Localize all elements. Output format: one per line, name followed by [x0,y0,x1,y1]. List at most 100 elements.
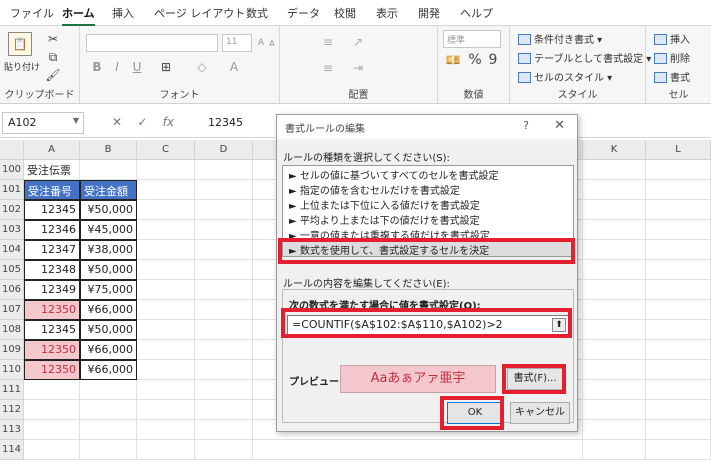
italic-icon[interactable]: I [110,60,124,74]
cell-empty[interactable] [583,180,646,200]
tab-data[interactable]: データ [287,5,320,21]
cancel-button[interactable]: キャンセル [510,402,570,424]
tab-home[interactable]: ホーム [62,5,95,26]
name-box[interactable]: A102 ▼ [2,112,84,134]
row-header[interactable]: 107 [0,300,24,320]
cell-empty[interactable] [583,420,646,440]
cell-empty[interactable] [137,180,195,200]
format-painter-icon[interactable]: 🖌 [45,68,60,82]
cell-empty[interactable] [137,380,195,400]
cell-empty[interactable] [646,160,711,180]
delete-cells-button[interactable]: 削除 [654,50,690,65]
cell-a[interactable] [24,380,80,400]
tab-view[interactable]: 表示 [376,5,398,21]
cell-b[interactable] [80,440,137,460]
cell-empty[interactable] [137,420,195,440]
cell-empty[interactable] [646,320,711,340]
cell-empty[interactable] [583,440,646,460]
tab-help[interactable]: ヘルプ [460,5,493,21]
paste-button[interactable]: 貼り付け [4,60,40,73]
row-header[interactable]: 102 [0,200,24,220]
cell-a[interactable]: 12347 [24,240,80,260]
cell-b[interactable]: ¥50,000 [80,200,137,220]
cell-empty[interactable] [583,200,646,220]
cell-empty[interactable] [646,280,711,300]
cell-b[interactable] [80,160,137,180]
cell-empty[interactable] [583,280,646,300]
rule-type-item[interactable]: ► 上位または下位に入る値だけを書式設定 [283,196,573,212]
cell-empty[interactable] [646,420,711,440]
cut-icon[interactable]: ✂ [46,32,60,46]
cell-empty[interactable] [195,440,253,460]
tab-developer[interactable]: 開発 [418,5,440,21]
cell-empty[interactable] [583,240,646,260]
currency-icon[interactable]: 💴 [444,52,462,68]
row-header[interactable]: 100 [0,160,24,180]
cell-b[interactable] [80,420,137,440]
cell-empty[interactable] [583,380,646,400]
cell-empty[interactable] [137,440,195,460]
font-name-box[interactable] [86,34,218,52]
cell-a[interactable]: 12349 [24,280,80,300]
cell-empty[interactable] [646,200,711,220]
cell-b[interactable] [80,380,137,400]
cell-a[interactable]: 受注番号 [24,180,80,200]
decrease-font-icon[interactable]: A [267,36,277,50]
row-header[interactable]: 112 [0,400,24,420]
column-header-k[interactable]: K [583,140,646,160]
cell-b[interactable]: ¥66,000 [80,300,137,320]
insert-cells-button[interactable]: 挿入 [654,31,690,46]
rule-type-item[interactable]: ► 平均より上または下の値だけを書式設定 [283,211,573,227]
cell-empty[interactable] [137,300,195,320]
cell-empty[interactable] [583,320,646,340]
orientation-icon[interactable]: ↗ [350,34,366,50]
cell-empty[interactable] [137,360,195,380]
cell-empty[interactable] [646,400,711,420]
cell-b[interactable]: ¥66,000 [80,360,137,380]
cell-empty[interactable] [137,240,195,260]
row-header[interactable]: 114 [0,440,24,460]
underline-icon[interactable]: U [130,60,144,74]
chevron-down-icon[interactable]: ▼ [73,116,79,125]
cell-empty[interactable] [253,440,583,460]
paste-icon[interactable]: 📋 [8,32,32,56]
cell-empty[interactable] [583,400,646,420]
cell-empty[interactable] [646,340,711,360]
bold-icon[interactable]: B [90,60,104,74]
column-header-l[interactable]: L [646,140,711,160]
cell-empty[interactable] [583,160,646,180]
cell-a[interactable] [24,400,80,420]
cell-empty[interactable] [646,300,711,320]
fill-color-icon[interactable]: ◇ [194,60,210,74]
number-format-box[interactable]: 標準 [443,30,501,48]
row-header[interactable]: 101 [0,180,24,200]
column-header-c[interactable]: C [137,140,195,160]
cell-empty[interactable] [195,180,253,200]
cell-empty[interactable] [137,320,195,340]
tab-formulas[interactable]: 数式 [246,5,268,21]
row-header[interactable]: 103 [0,220,24,240]
borders-icon[interactable]: ⊞ [158,60,174,74]
cell-empty[interactable] [195,300,253,320]
row-header[interactable]: 110 [0,360,24,380]
rule-type-item[interactable]: ► 指定の値を含むセルだけを書式設定 [283,181,573,197]
cell-b[interactable]: ¥50,000 [80,320,137,340]
cell-empty[interactable] [137,400,195,420]
font-size-box[interactable]: 11 [222,34,252,52]
cell-empty[interactable] [195,340,253,360]
cell-empty[interactable] [646,240,711,260]
cell-b[interactable]: ¥66,000 [80,340,137,360]
help-icon[interactable]: ? [523,119,529,132]
cell-empty[interactable] [195,380,253,400]
cell-a[interactable]: 12346 [24,220,80,240]
cell-empty[interactable] [195,220,253,240]
close-icon[interactable]: ✕ [554,118,565,133]
cell-empty[interactable] [195,260,253,280]
cell-empty[interactable] [583,260,646,280]
cell-empty[interactable] [137,220,195,240]
copy-icon[interactable]: ⧉ [46,50,60,64]
cell-empty[interactable] [195,420,253,440]
cell-empty[interactable] [195,280,253,300]
cell-empty[interactable] [137,160,195,180]
select-all-corner[interactable] [0,140,24,160]
